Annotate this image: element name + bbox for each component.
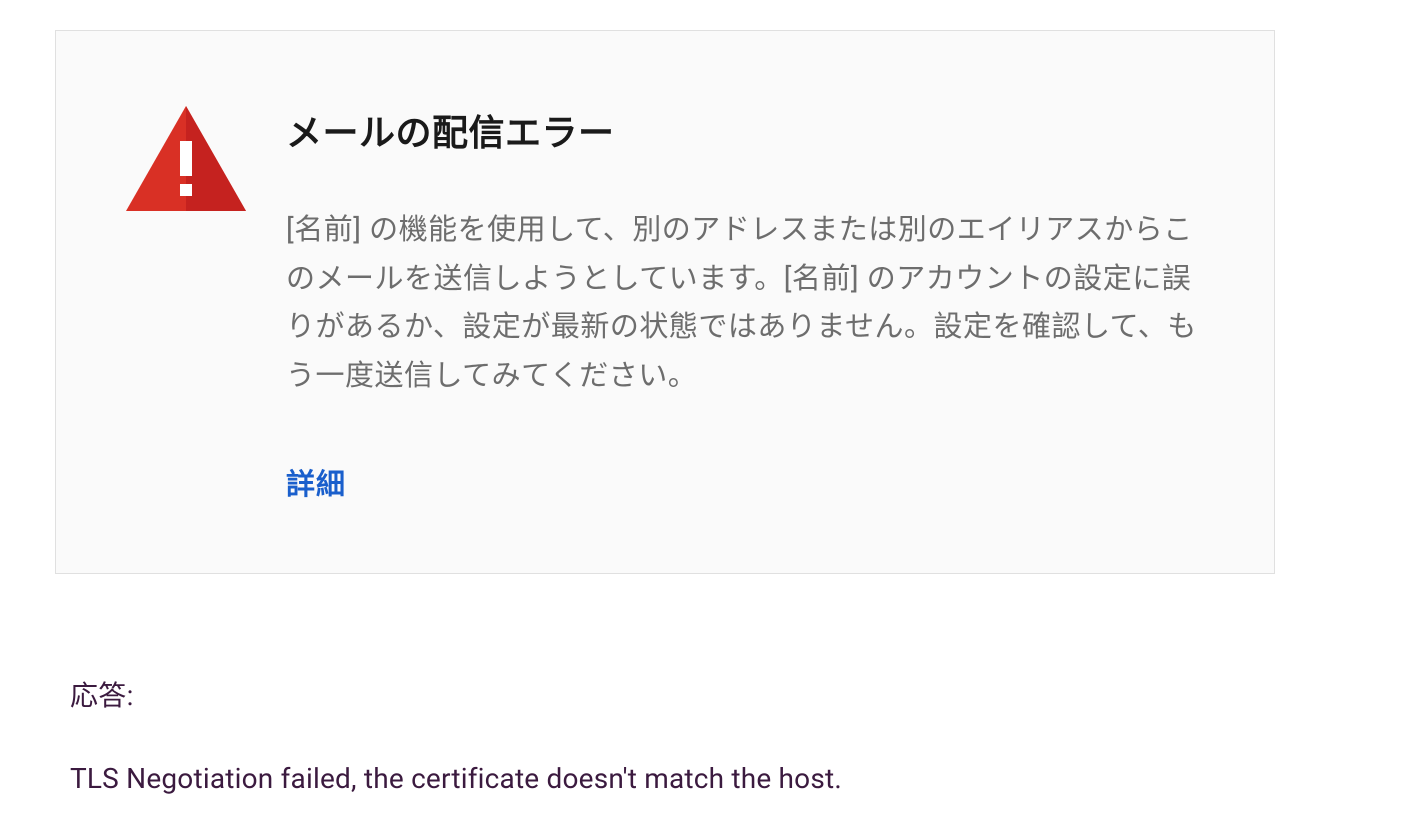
error-content: メールの配信エラー [名前] の機能を使用して、別のアドレスまたは別のエイリアス…: [286, 96, 1214, 503]
response-text: TLS Negotiation failed, the certificate …: [70, 762, 1355, 795]
error-card: メールの配信エラー [名前] の機能を使用して、別のアドレスまたは別のエイリアス…: [55, 30, 1275, 574]
response-label: 応答:: [70, 674, 1355, 714]
response-section: 応答: TLS Negotiation failed, the certific…: [55, 674, 1355, 795]
error-description: [名前] の機能を使用して、別のアドレスまたは別のエイリアスからこのメールを送信…: [286, 206, 1214, 401]
details-link[interactable]: 詳細: [286, 468, 346, 502]
error-title: メールの配信エラー: [286, 104, 1214, 156]
warning-triangle-icon: [126, 106, 246, 211]
error-icon-wrap: [116, 96, 246, 215]
